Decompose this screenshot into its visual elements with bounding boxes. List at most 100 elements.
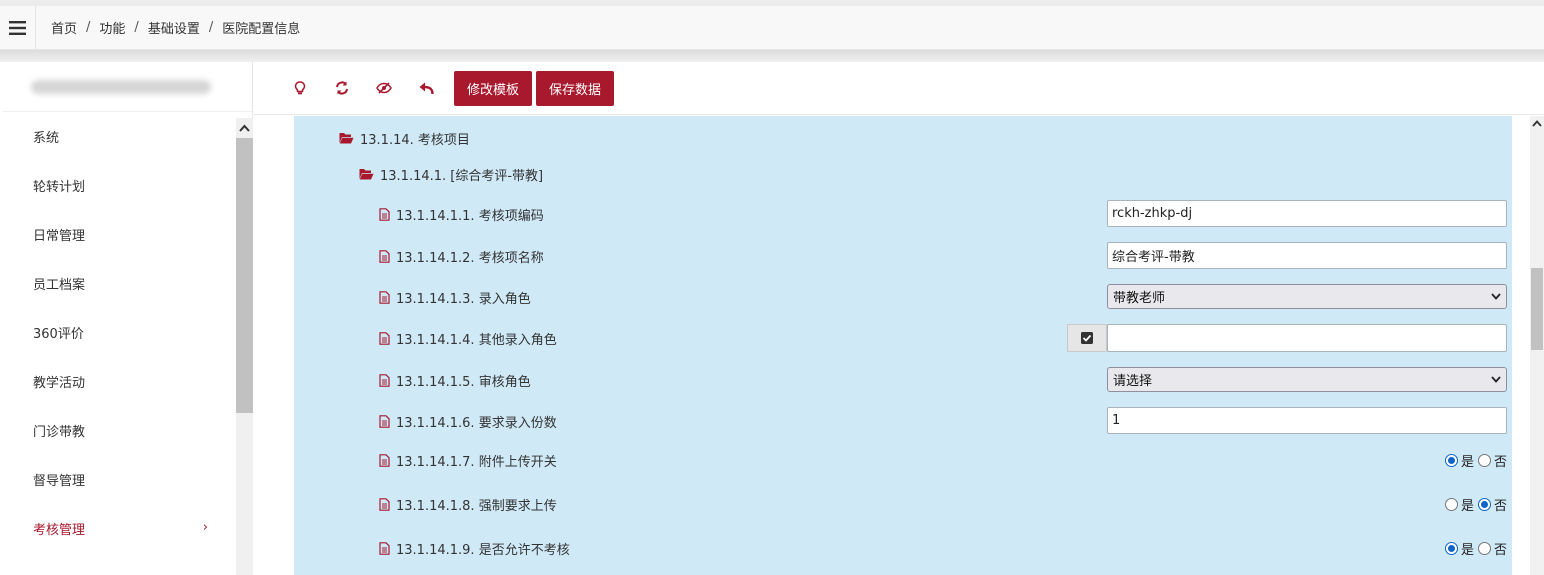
- item-name-input[interactable]: 综合考评-带教: [1107, 242, 1507, 269]
- folder-open-icon: [339, 133, 354, 144]
- file-icon: [379, 249, 390, 263]
- tree-node-level1[interactable]: 13.1.14. 考核项目: [294, 128, 1512, 148]
- eye-slash-icon: [376, 82, 392, 94]
- scroll-up-arrow-icon[interactable]: [1532, 120, 1542, 127]
- sidebar-item-label: 督导管理: [33, 474, 86, 489]
- required-count-input[interactable]: 1: [1107, 407, 1507, 434]
- chevron-right-icon: ›: [202, 520, 208, 535]
- hamburger-icon[interactable]: [9, 20, 26, 35]
- config-row-attachment-switch: 13.1.14.1.7. 附件上传开关 是 否: [294, 450, 1512, 470]
- config-row-allow-skip: 13.1.14.1.9. 是否允许不考核 是 否: [294, 538, 1512, 558]
- breadcrumb-separator: /: [86, 20, 91, 35]
- sidebar-menu: 系统 轮转计划 日常管理 员工档案 360评价 教学活动 门诊带教 督导管理 考…: [3, 112, 236, 553]
- config-tree-panel: 13.1.14. 考核项目 13.1.14.1. [综合考评-带教] 13.1.…: [294, 116, 1512, 575]
- config-row-entry-role: 13.1.14.1.3. 录入角色 带教老师: [294, 284, 1512, 310]
- sidebar-item-assessment[interactable]: 考核管理 ›: [3, 504, 236, 553]
- config-row-text: 13.1.14.1.1. 考核项编码: [396, 208, 544, 224]
- sidebar-item-label: 系统: [33, 131, 60, 146]
- breadcrumb-separator: /: [134, 20, 139, 35]
- config-row-text: 13.1.14.1.4. 其他录入角色: [396, 332, 557, 348]
- lightbulb-button[interactable]: [280, 71, 320, 105]
- force-upload-radio-group: 是 否: [1444, 495, 1507, 514]
- sidebar-item-label: 轮转计划: [33, 180, 86, 195]
- breadcrumb-current: 医院配置信息: [222, 22, 301, 37]
- radio-yes[interactable]: [1444, 453, 1458, 467]
- review-role-select[interactable]: 请选择: [1107, 367, 1507, 392]
- sidebar-item-supervision[interactable]: 督导管理: [3, 455, 236, 504]
- file-icon: [379, 541, 390, 555]
- file-icon: [379, 290, 390, 304]
- chevron-down-icon: [1491, 376, 1501, 383]
- config-row-text: 13.1.14.1.6. 要求录入份数: [396, 415, 557, 431]
- tree-node-label: 13.1.14. 考核项目: [339, 129, 470, 148]
- sidebar-item-outpatient-teaching[interactable]: 门诊带教: [3, 406, 236, 455]
- folder-open-icon: [359, 169, 374, 180]
- breadcrumb-separator: /: [208, 20, 214, 35]
- sidebar-item-label: 门诊带教: [33, 425, 86, 440]
- hamburger-menu-button[interactable]: [0, 5, 36, 50]
- config-row-label: 13.1.14.1.6. 要求录入份数: [379, 412, 557, 431]
- config-row-item-code: 13.1.14.1.1. 考核项编码 rckh-zhkp-dj: [294, 200, 1512, 228]
- hide-button[interactable]: [364, 71, 404, 105]
- refresh-button[interactable]: [322, 71, 362, 105]
- config-row-text: 13.1.14.1.9. 是否允许不考核: [396, 542, 570, 558]
- radio-no[interactable]: [1477, 541, 1491, 555]
- radio-yes[interactable]: [1444, 497, 1458, 511]
- sidebar-item-label: 考核管理: [33, 523, 86, 538]
- file-icon: [379, 373, 390, 387]
- radio-no[interactable]: [1477, 497, 1491, 511]
- radio-no-label: 否: [1493, 498, 1507, 514]
- radio-no-label: 否: [1493, 454, 1507, 470]
- sidebar-item-staff-files[interactable]: 员工档案: [3, 259, 236, 308]
- config-row-text: 13.1.14.1.7. 附件上传开关: [396, 454, 557, 470]
- content-area: 13.1.14. 考核项目 13.1.14.1. [综合考评-带教] 13.1.…: [254, 116, 1544, 575]
- entry-role-select[interactable]: 带教老师: [1107, 284, 1507, 309]
- breadcrumb-function[interactable]: 功能: [99, 18, 125, 37]
- tree-node-level2[interactable]: 13.1.14.1. [综合考评-带教]: [294, 164, 1512, 184]
- breadcrumb-basic-settings[interactable]: 基础设置: [148, 18, 200, 37]
- file-icon: [379, 497, 390, 511]
- sidebar-item-rotation-plan[interactable]: 轮转计划: [3, 161, 236, 210]
- tree-node-text: 13.1.14. 考核项目: [360, 132, 470, 148]
- edit-template-button[interactable]: 修改模板: [454, 70, 533, 106]
- content-scrollbar[interactable]: [1530, 116, 1544, 575]
- sidebar: 系统 轮转计划 日常管理 员工档案 360评价 教学活动 门诊带教 督导管理 考…: [3, 62, 253, 575]
- content-scrollbar-thumb[interactable]: [1531, 268, 1543, 350]
- config-row-label: 13.1.14.1.8. 强制要求上传: [379, 495, 557, 514]
- radio-yes-label: 是: [1460, 498, 1474, 514]
- config-row-force-upload: 13.1.14.1.8. 强制要求上传 是 否: [294, 494, 1512, 514]
- config-row-review-role: 13.1.14.1.5. 审核角色 请选择: [294, 367, 1512, 393]
- sidebar-item-label: 日常管理: [33, 229, 86, 244]
- item-code-input[interactable]: rckh-zhkp-dj: [1107, 200, 1507, 227]
- sidebar-item-label: 360评价: [33, 327, 84, 342]
- radio-no[interactable]: [1477, 453, 1491, 467]
- config-row-label: 13.1.14.1.5. 审核角色: [379, 371, 531, 390]
- toolbar: 修改模板 保存数据: [254, 62, 1544, 115]
- breadcrumb-home[interactable]: 首页: [51, 18, 77, 37]
- file-icon: [379, 453, 390, 467]
- sidebar-item-daily-management[interactable]: 日常管理: [3, 210, 236, 259]
- radio-no-label: 否: [1493, 542, 1507, 558]
- breadcrumb: 首页 / 功能 / 基础设置 / 医院配置信息: [36, 18, 300, 37]
- header: 首页 / 功能 / 基础设置 / 医院配置信息: [0, 5, 1544, 50]
- scroll-up-arrow-icon[interactable]: [239, 124, 250, 132]
- undo-icon: [419, 82, 434, 94]
- radio-yes[interactable]: [1444, 541, 1458, 555]
- allow-skip-radio-group: 是 否: [1444, 539, 1507, 558]
- other-entry-role-picker-button[interactable]: [1067, 324, 1107, 352]
- sidebar-item-360-evaluation[interactable]: 360评价: [3, 308, 236, 357]
- sidebar-item-system[interactable]: 系统: [3, 112, 236, 161]
- entry-role-select-value: 带教老师: [1113, 291, 1166, 306]
- sidebar-scrollbar[interactable]: [236, 118, 253, 575]
- sidebar-scrollbar-thumb[interactable]: [236, 138, 253, 413]
- file-icon: [379, 331, 390, 345]
- other-entry-role-input[interactable]: [1107, 324, 1507, 352]
- config-row-label: 13.1.14.1.9. 是否允许不考核: [379, 539, 570, 558]
- undo-button[interactable]: [406, 71, 446, 105]
- save-data-button[interactable]: 保存数据: [536, 70, 615, 106]
- config-row-text: 13.1.14.1.3. 录入角色: [396, 291, 531, 307]
- attachment-switch-radio-group: 是 否: [1444, 451, 1507, 470]
- config-row-label: 13.1.14.1.7. 附件上传开关: [379, 451, 557, 470]
- lightbulb-icon: [294, 81, 306, 95]
- sidebar-item-teaching-activities[interactable]: 教学活动: [3, 357, 236, 406]
